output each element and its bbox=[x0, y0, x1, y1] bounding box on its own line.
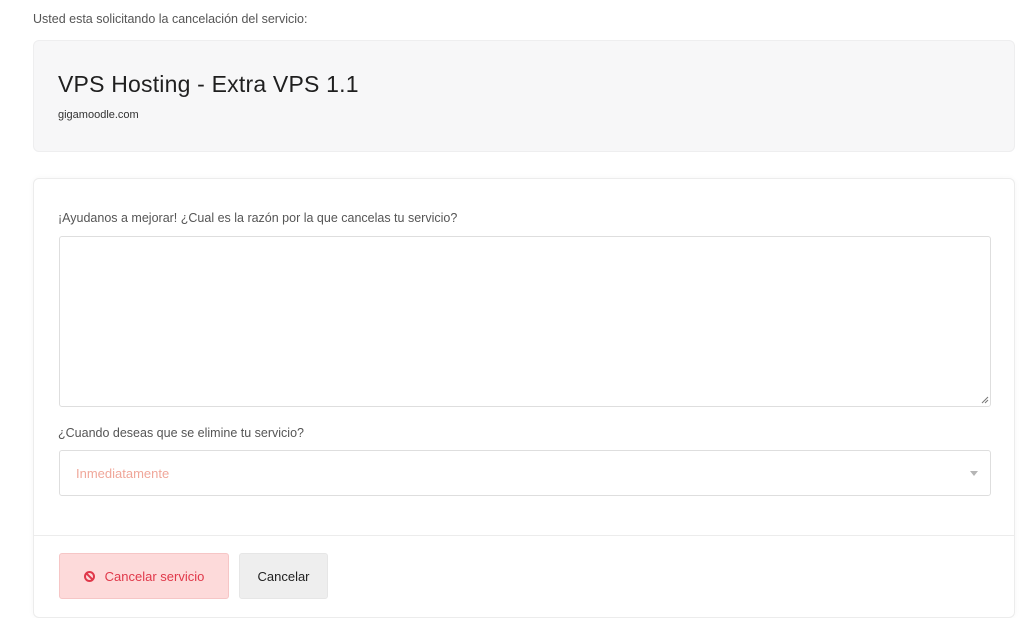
service-domain: gigamoodle.com bbox=[58, 109, 139, 121]
cancel-service-button-label: Cancelar servicio bbox=[104, 568, 205, 584]
cancellation-form-card: ¡Ayudanos a mejorar! ¿Cual es la razón p… bbox=[33, 178, 1015, 618]
service-title: VPS Hosting - Extra VPS 1.1 bbox=[58, 71, 359, 97]
cancel-service-button[interactable]: Cancelar servicio bbox=[59, 553, 229, 599]
ban-icon bbox=[83, 570, 95, 582]
resize-handle-icon[interactable] bbox=[979, 394, 989, 404]
service-summary-card: VPS Hosting - Extra VPS 1.1 gigamoodle.c… bbox=[33, 40, 1015, 152]
reason-textarea[interactable] bbox=[59, 236, 991, 407]
chevron-down-icon bbox=[970, 471, 978, 476]
cancel-button-label: Cancelar bbox=[257, 568, 310, 584]
cancellation-intro-text: Usted esta solicitando la cancelación de… bbox=[33, 12, 308, 26]
deletion-time-label: ¿Cuando deseas que se elimine tu servici… bbox=[58, 426, 304, 440]
reason-label: ¡Ayudanos a mejorar! ¿Cual es la razón p… bbox=[58, 211, 458, 225]
deletion-time-selected-value: Inmediatamente bbox=[76, 466, 170, 481]
cancel-button[interactable]: Cancelar bbox=[239, 553, 328, 599]
form-divider bbox=[34, 535, 1014, 536]
deletion-time-select[interactable]: Inmediatamente bbox=[59, 450, 991, 496]
